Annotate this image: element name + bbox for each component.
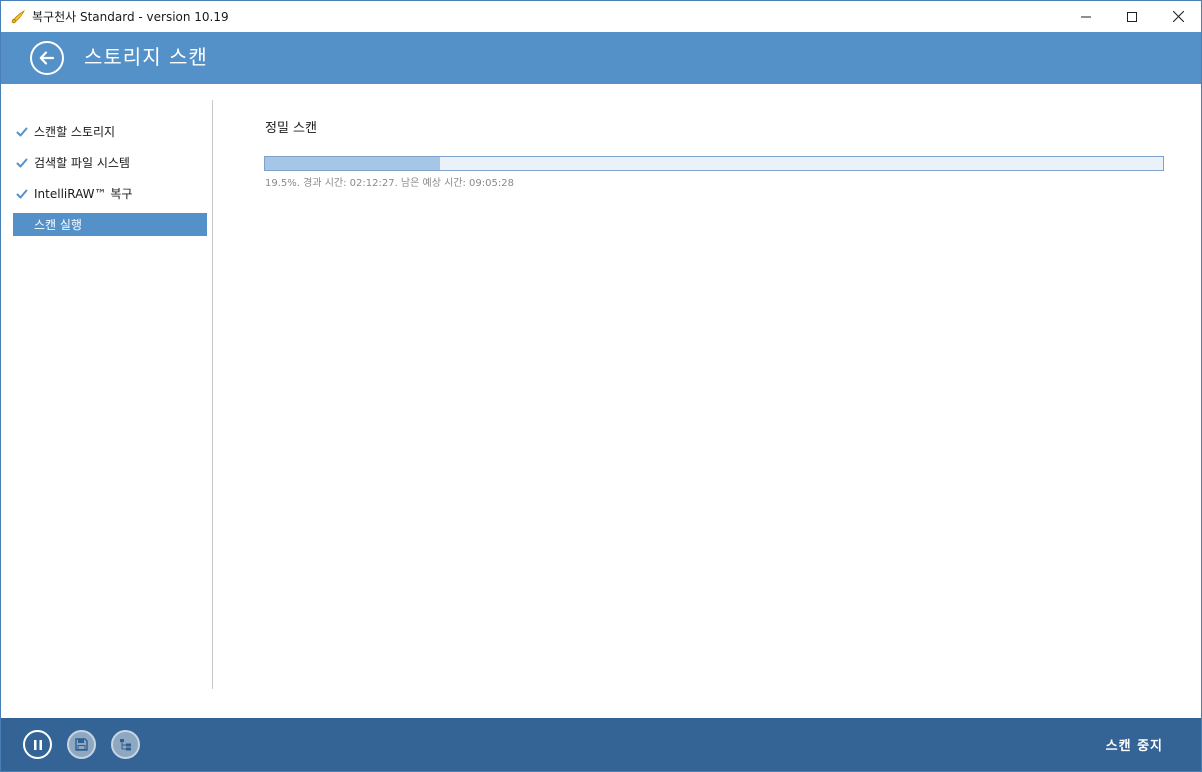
tree-icon bbox=[120, 739, 131, 751]
progress-status-text: 19.5%. 경과 시간: 02:12:27. 남은 예상 시간: 09:05:… bbox=[265, 178, 514, 189]
arrow-left-icon bbox=[39, 51, 55, 65]
title-bar: 복구천사 Standard - version 10.19 bbox=[1, 1, 1201, 32]
scan-type-heading: 정밀 스캔 bbox=[265, 121, 317, 136]
tree-view-button[interactable] bbox=[111, 730, 140, 759]
scan-progress-bar bbox=[264, 156, 1164, 171]
minimize-button[interactable] bbox=[1063, 1, 1109, 32]
step-intelliraw[interactable]: IntelliRAW™ 복구 bbox=[13, 182, 207, 205]
step-label: 스캔 실행 bbox=[34, 218, 82, 232]
app-window: 복구천사 Standard - version 10.19 스토리지 스캔 스캔… bbox=[0, 0, 1202, 772]
footer-bar: 스캔 중지 bbox=[1, 718, 1201, 771]
save-scan-button[interactable] bbox=[67, 730, 96, 759]
window-controls bbox=[1063, 1, 1201, 32]
step-scan-storage[interactable]: 스캔할 스토리지 bbox=[13, 120, 207, 143]
page-header: 스토리지 스캔 bbox=[1, 32, 1201, 84]
step-file-system[interactable]: 검색할 파일 시스템 bbox=[13, 151, 207, 174]
step-run-scan[interactable]: 스캔 실행 bbox=[13, 213, 207, 236]
maximize-button[interactable] bbox=[1109, 1, 1155, 32]
checkmark-icon bbox=[15, 156, 29, 170]
maximize-icon bbox=[1127, 11, 1137, 22]
window-title: 복구천사 Standard - version 10.19 bbox=[32, 10, 229, 24]
wizard-steps bbox=[1, 84, 213, 718]
page-title: 스토리지 스캔 bbox=[84, 44, 208, 69]
close-button[interactable] bbox=[1155, 1, 1201, 32]
minimize-icon bbox=[1081, 16, 1091, 17]
checkmark-icon bbox=[15, 187, 29, 201]
step-label: IntelliRAW™ 복구 bbox=[34, 187, 133, 201]
save-icon bbox=[75, 738, 88, 751]
sidebar-divider bbox=[212, 100, 213, 689]
checkmark-icon bbox=[15, 125, 29, 139]
stop-scan-button[interactable]: 스캔 중지 bbox=[1106, 735, 1163, 754]
back-button[interactable] bbox=[30, 41, 64, 75]
pause-button[interactable] bbox=[23, 730, 52, 759]
pause-icon bbox=[33, 739, 42, 750]
close-icon bbox=[1172, 11, 1184, 22]
progress-fill bbox=[265, 157, 441, 170]
step-label: 스캔할 스토리지 bbox=[34, 125, 116, 139]
step-label: 검색할 파일 시스템 bbox=[34, 156, 130, 170]
app-logo-icon bbox=[10, 9, 26, 25]
